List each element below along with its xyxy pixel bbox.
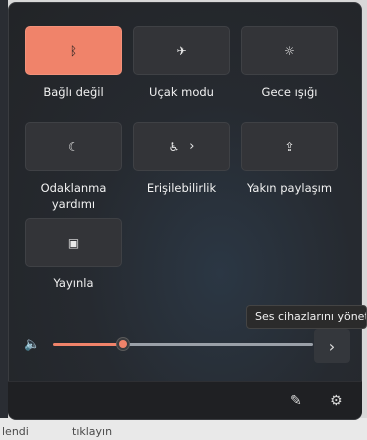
- cast-button[interactable]: ▣: [25, 218, 122, 267]
- nearby-sharing-toggle[interactable]: ⇪: [241, 122, 338, 171]
- gear-icon[interactable]: ⚙: [330, 393, 343, 409]
- focus-moon-icon: ☾: [68, 139, 79, 154]
- background-text-left: lendi: [2, 425, 29, 438]
- accessibility-label: Erişilebilirlik: [146, 181, 217, 195]
- chevron-right-icon: ›: [189, 139, 195, 154]
- background-text-right: tıklayın: [72, 425, 113, 438]
- airplane-mode-label: Uçak modu: [149, 85, 214, 99]
- accessibility-button[interactable]: ♿ ›: [133, 122, 230, 171]
- share-icon: ⇪: [284, 139, 295, 154]
- quick-settings-footer: [8, 381, 362, 419]
- focus-assist-toggle[interactable]: ☾: [25, 122, 122, 171]
- focus-assist-label: Odaklanma yardımı: [40, 181, 107, 211]
- bluetooth-toggle[interactable]: ᛒ: [25, 26, 122, 75]
- nearby-sharing-label: Yakın paylaşım: [246, 181, 333, 195]
- desktop-background-left: [0, 0, 8, 440]
- volume-slider-track[interactable]: [123, 343, 313, 346]
- bluetooth-icon: ᛒ: [69, 43, 78, 58]
- manage-audio-devices-button[interactable]: ›: [314, 329, 350, 363]
- cast-label: Yayınla: [53, 276, 94, 290]
- airplane-mode-toggle[interactable]: ✈: [133, 26, 230, 75]
- night-light-icon: ☼: [284, 43, 295, 58]
- airplane-icon: ✈: [176, 43, 187, 58]
- night-light-label: Gece ışığı: [261, 85, 318, 99]
- background-window-strip: lendi tıklayın: [0, 418, 367, 440]
- accessibility-icon: ♿: [168, 139, 180, 154]
- speaker-icon[interactable]: 🔈: [24, 338, 40, 351]
- pencil-icon[interactable]: ✎: [290, 393, 302, 409]
- volume-slider-thumb[interactable]: [116, 337, 130, 351]
- tooltip: Ses cihazlarını yönet: [246, 305, 367, 329]
- bluetooth-label: Bağlı değil: [43, 85, 104, 99]
- night-light-toggle[interactable]: ☼: [241, 26, 338, 75]
- cast-icon: ▣: [67, 235, 80, 250]
- chevron-right-icon: ›: [328, 336, 336, 356]
- volume-slider-filled[interactable]: [53, 343, 123, 346]
